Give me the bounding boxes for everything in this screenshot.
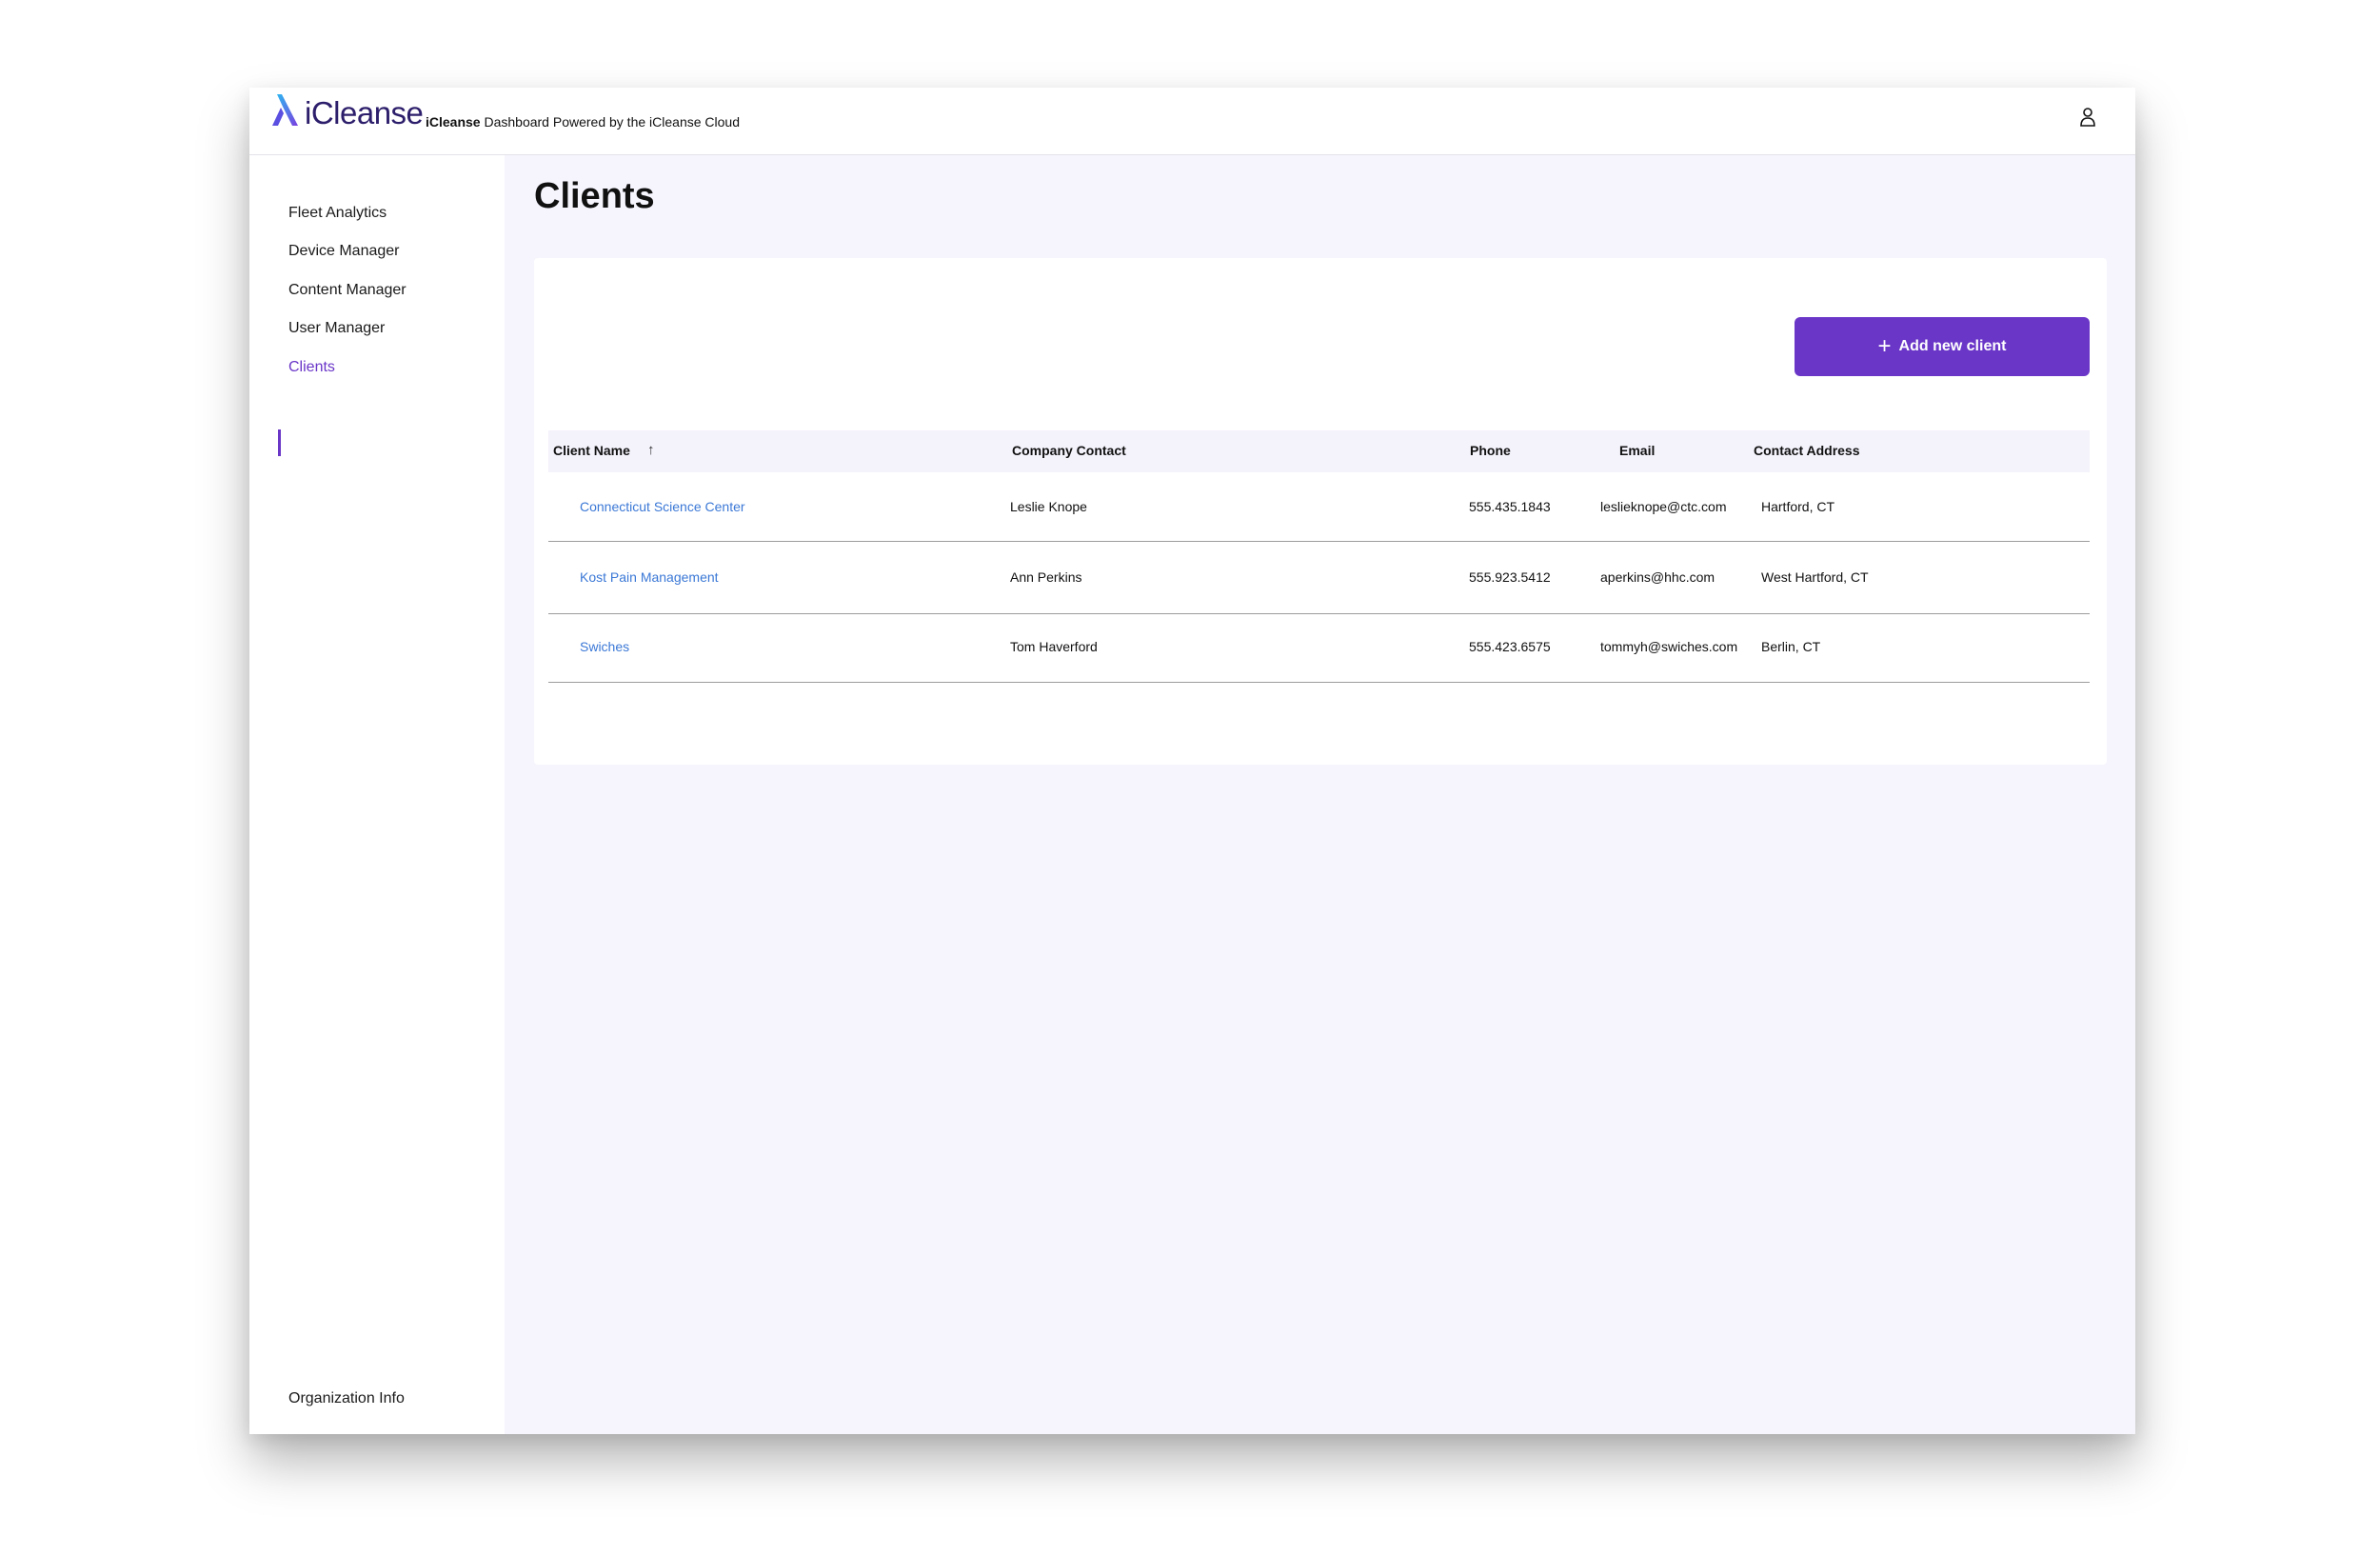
phone-cell: 555.435.1843 (1469, 499, 1551, 514)
sidebar-item-fleet-analytics[interactable]: Fleet Analytics (288, 205, 387, 222)
sidebar-item-clients[interactable]: Clients (288, 359, 335, 376)
table-header: Client Name ↑ Company Contact Phone Emai… (548, 430, 2090, 472)
column-header-client-name[interactable]: Client Name (553, 443, 630, 458)
email-cell: leslieknope@ctc.com (1600, 499, 1727, 514)
address-cell: West Hartford, CT (1761, 569, 1869, 585)
add-new-client-button[interactable]: + Add new client (1795, 317, 2090, 376)
client-name-link[interactable]: Kost Pain Management (580, 569, 719, 585)
top-bar: iCleanse iCleanse Dashboard Powered by t… (249, 88, 2135, 155)
main-content: Clients + Add new client Client Name ↑ C… (505, 155, 2135, 1434)
phone-cell: 555.923.5412 (1469, 569, 1551, 585)
user-icon[interactable] (2078, 107, 2097, 128)
tagline-brand: iCleanse (426, 114, 481, 130)
address-cell: Hartford, CT (1761, 499, 1835, 514)
table-row: Connecticut Science Center Leslie Knope … (548, 472, 2090, 542)
company-contact-cell: Ann Perkins (1010, 569, 1082, 585)
header-tagline: iCleanse Dashboard Powered by the iClean… (426, 114, 740, 130)
app-window: iCleanse iCleanse Dashboard Powered by t… (249, 88, 2135, 1434)
plus-icon: + (1877, 333, 1892, 359)
sidebar-item-user-manager[interactable]: User Manager (288, 320, 385, 337)
table-row: Swiches Tom Haverford 555.423.6575 tommy… (548, 614, 2090, 683)
phone-cell: 555.423.6575 (1469, 639, 1551, 654)
table-row: Kost Pain Management Ann Perkins 555.923… (548, 542, 2090, 614)
sidebar-item-organization-info[interactable]: Organization Info (288, 1390, 405, 1407)
address-cell: Berlin, CT (1761, 639, 1821, 654)
sidebar-item-device-manager[interactable]: Device Manager (288, 243, 400, 260)
email-cell: aperkins@hhc.com (1600, 569, 1716, 585)
sidebar: Fleet Analytics Device Manager Content M… (249, 155, 505, 1434)
sidebar-item-content-manager[interactable]: Content Manager (288, 282, 407, 299)
column-header-phone[interactable]: Phone (1470, 443, 1511, 458)
clients-card: + Add new client Client Name ↑ Company C… (534, 258, 2107, 765)
email-cell: tommyh@swiches.com (1600, 639, 1738, 654)
column-header-contact-address[interactable]: Contact Address (1754, 443, 1860, 458)
arrow-up-icon[interactable]: ↑ (647, 442, 655, 458)
client-name-link[interactable]: Connecticut Science Center (580, 499, 745, 514)
company-contact-cell: Leslie Knope (1010, 499, 1087, 514)
icleanse-logo-icon (272, 94, 298, 126)
column-header-company-contact[interactable]: Company Contact (1012, 443, 1126, 458)
column-header-email[interactable]: Email (1619, 443, 1655, 458)
add-new-client-label: Add new client (1898, 338, 2007, 354)
company-contact-cell: Tom Haverford (1010, 639, 1098, 654)
tagline-text: Dashboard Powered by the iCleanse Cloud (480, 114, 740, 130)
logo-text: iCleanse (305, 95, 424, 130)
page-title: Clients (534, 176, 655, 216)
active-indicator (278, 429, 281, 456)
client-name-link[interactable]: Swiches (580, 639, 629, 654)
